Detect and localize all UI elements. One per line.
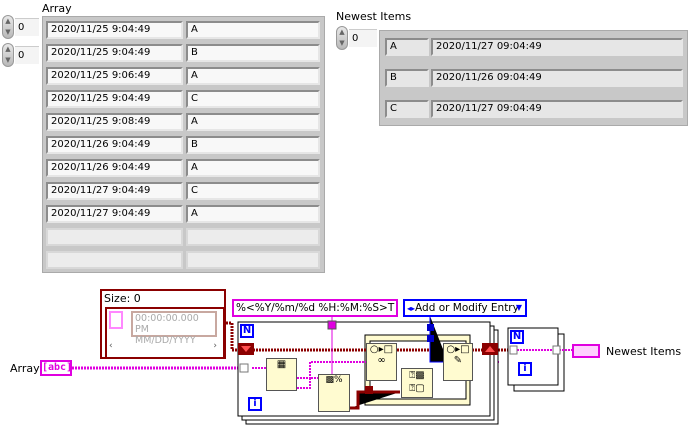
map-size-label: Size: 0 [104,292,141,305]
loop-iteration-terminal: i [248,397,262,411]
loop-count-terminal[interactable]: N [240,324,254,338]
enum-constant[interactable]: ◂▸Add or Modify Entry ▼ [403,299,527,317]
map-set-element-node[interactable]: ○▸□ ✎ [443,343,473,381]
newest-items-terminal-label: Newest Items [606,345,682,358]
loop2-iteration-terminal: i [518,362,532,376]
cluster-icon: ▦ [276,359,287,370]
map-tunnel [365,386,373,394]
map-scrollbar[interactable]: ‹ › [109,341,217,351]
array-index-tunnel [239,363,249,373]
enum-value: Add or Modify Entry [415,302,519,314]
unbundle-node[interactable]: ▦ [266,358,297,391]
pencil-icon: ○▸□ ✎ [446,344,470,366]
glasses-icon: ○▸□ ∞ [369,344,394,366]
map-constant[interactable]: Size: 0 00:00:00.000 PM MM/DD/YYYY ‹ › [100,289,226,359]
select-icon: ⍰▩ ⍰▢ [409,370,425,394]
array-terminal-label: Array [10,362,40,375]
enum-arrows-icon: ◂▸ [407,304,416,313]
map-key-element[interactable] [109,311,123,329]
loop2-count-terminal[interactable]: N [510,330,524,344]
format-tunnel [327,320,337,330]
wires [72,316,572,425]
newest-items-terminal[interactable] [572,344,600,358]
scan-from-string-node[interactable]: ▩% [318,374,350,412]
map-value-element[interactable]: 00:00:00.000 PM MM/DD/YYYY [131,311,217,346]
case-selector-node[interactable]: ⍰▩ ⍰▢ [401,368,433,398]
scan-string-icon: ▩% [325,375,343,385]
array-terminal[interactable]: [abc] [40,360,72,376]
time-placeholder: 00:00:00.000 PM [135,313,199,335]
map-get-element-node[interactable]: ○▸□ ∞ [366,343,397,381]
format-string-constant[interactable]: %<%Y/%m/%d %H:%M:%S>T [232,299,398,317]
enum-tunnel [427,324,434,331]
chevron-down-icon: ▼ [515,303,522,312]
